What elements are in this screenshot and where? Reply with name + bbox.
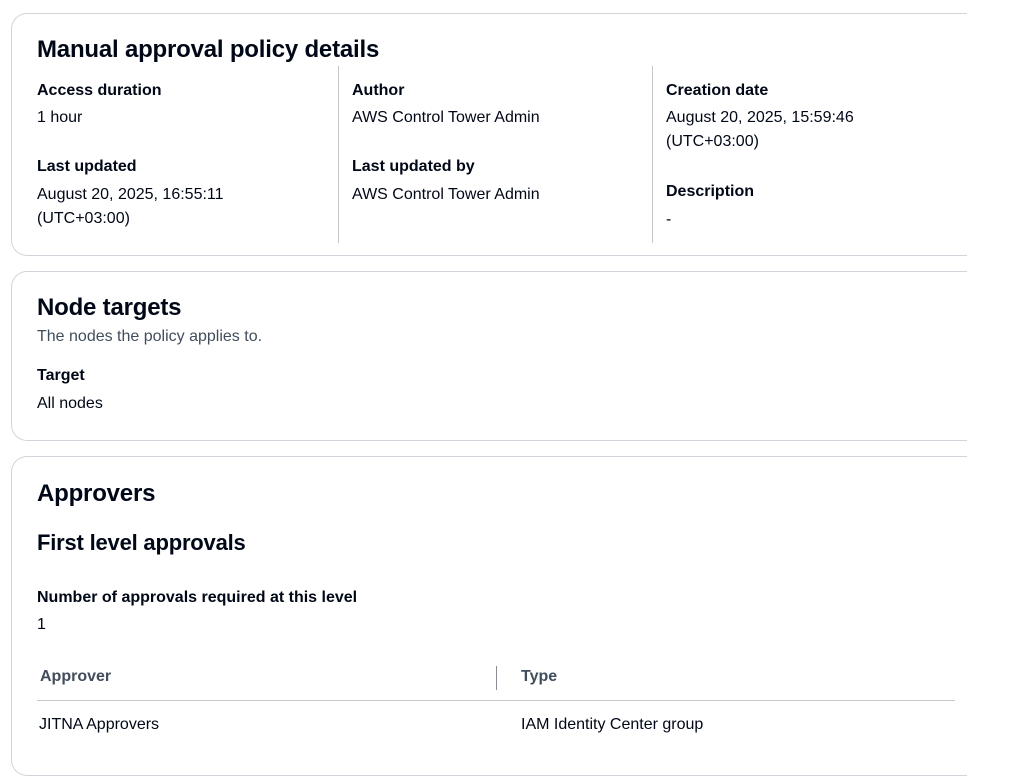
description-value: - bbox=[666, 211, 672, 228]
column-resizer[interactable] bbox=[496, 666, 497, 690]
author-value: AWS Control Tower Admin bbox=[352, 109, 540, 126]
author-label: Author bbox=[352, 82, 405, 99]
last-updated-value: August 20, 2025, 16:55:11 (UTC+03:00) bbox=[37, 186, 224, 227]
target-label: Target bbox=[37, 367, 85, 384]
approvers-title: Approvers bbox=[37, 480, 156, 507]
column-header-approver[interactable]: Approver bbox=[40, 668, 111, 686]
node-targets-panel: Node targets The nodes the policy applie… bbox=[11, 271, 1011, 441]
policy-details-title: Manual approval policy details bbox=[37, 36, 380, 63]
description-label: Description bbox=[666, 183, 755, 200]
last-updated-by-value: AWS Control Tower Admin bbox=[352, 186, 540, 203]
approver-cell: JITNA Approvers bbox=[39, 716, 160, 733]
access-duration-label: Access duration bbox=[37, 82, 162, 99]
target-value: All nodes bbox=[37, 395, 103, 412]
table-header-border bbox=[37, 700, 955, 701]
approvers-panel: Approvers First level approvals Number o… bbox=[11, 456, 1011, 776]
node-targets-description: The nodes the policy applies to. bbox=[37, 328, 263, 345]
type-cell: IAM Identity Center group bbox=[521, 716, 704, 733]
approvals-required-label: Number of approvals required at this lev… bbox=[37, 589, 358, 606]
column-divider bbox=[652, 66, 653, 243]
viewport-edge bbox=[967, 0, 1024, 782]
creation-date-label: Creation date bbox=[666, 82, 769, 99]
column-header-type[interactable]: Type bbox=[521, 668, 557, 686]
last-updated-by-label: Last updated by bbox=[352, 158, 475, 175]
policy-details-panel: Manual approval policy details Access du… bbox=[11, 13, 1011, 256]
approvals-required-value: 1 bbox=[37, 616, 46, 633]
node-targets-title: Node targets bbox=[37, 294, 182, 321]
creation-date-value: August 20, 2025, 15:59:46 (UTC+03:00) bbox=[666, 109, 854, 150]
last-updated-label: Last updated bbox=[37, 158, 137, 175]
access-duration-value: 1 hour bbox=[37, 109, 83, 126]
column-divider bbox=[338, 66, 339, 243]
level-title: First level approvals bbox=[37, 530, 246, 555]
